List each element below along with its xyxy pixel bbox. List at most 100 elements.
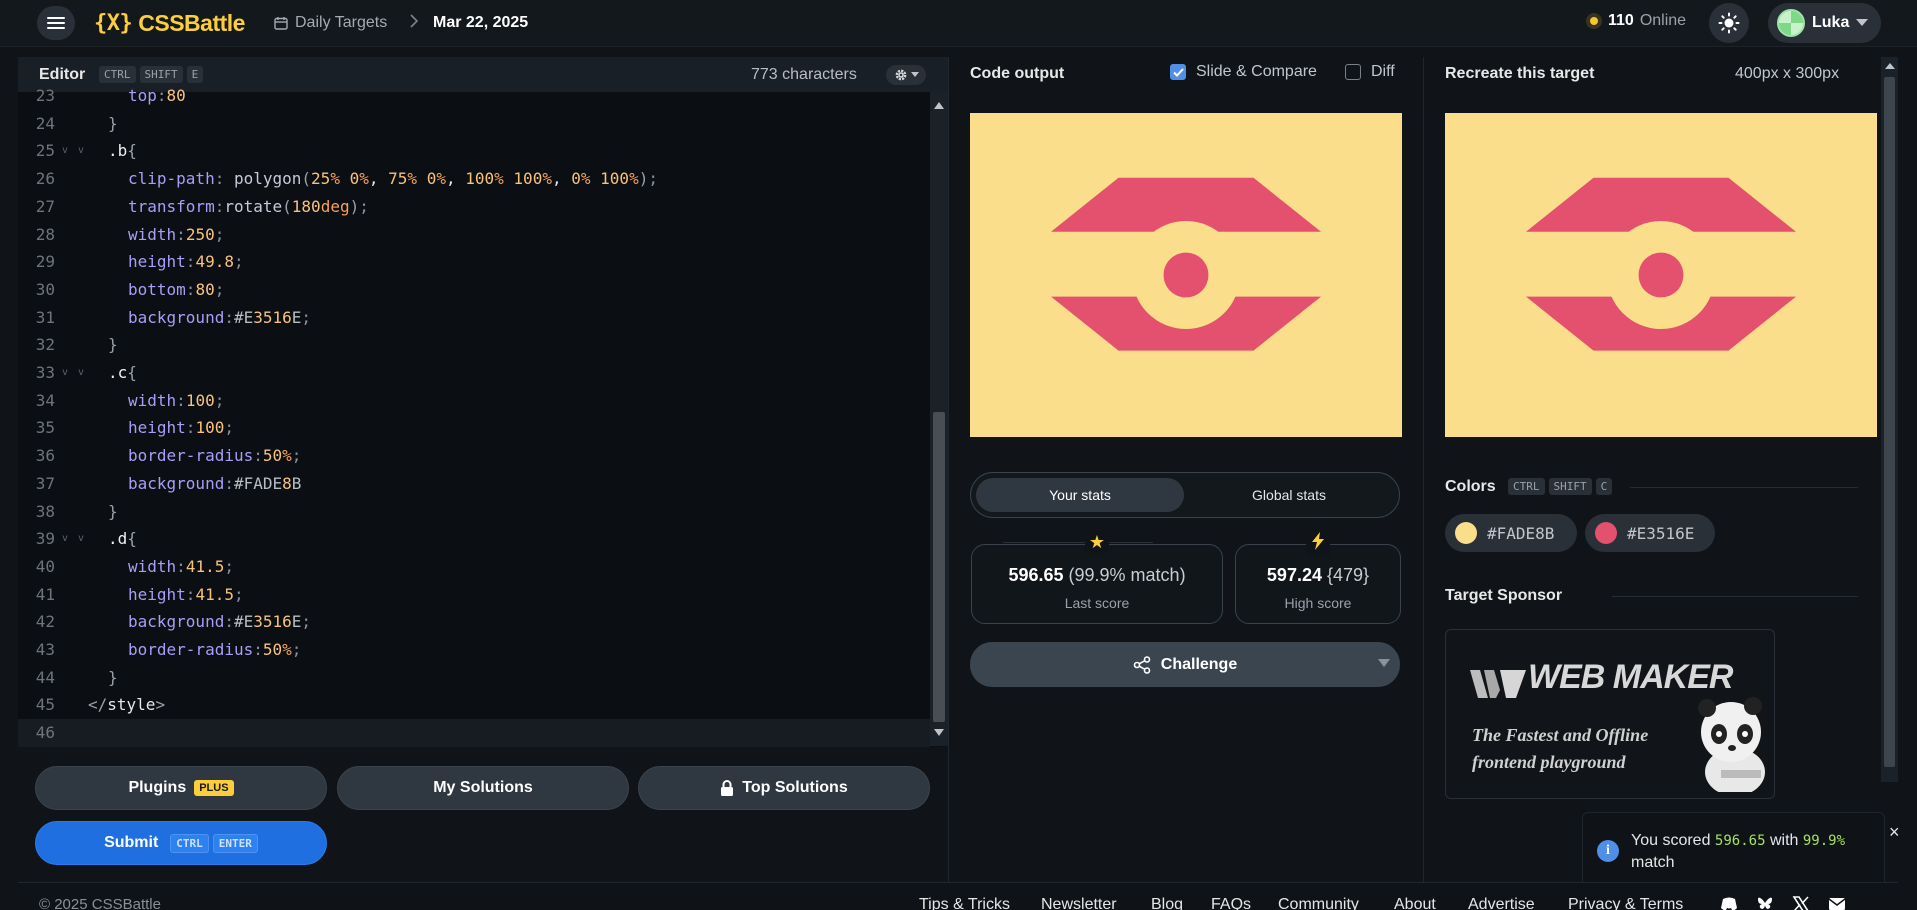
code-line[interactable]: 45 </style> <box>18 691 930 719</box>
line-number: 28 <box>35 224 55 244</box>
output-shape <box>970 113 1402 437</box>
lock-icon <box>721 780 734 796</box>
code-text: .c{ <box>108 363 137 382</box>
breadcrumb-daily-targets[interactable]: Daily Targets <box>274 13 387 33</box>
code-text: } <box>108 501 118 521</box>
sponsor-card[interactable]: WEB MAKER The Fastest and Offline fronte… <box>1445 629 1775 799</box>
discord-icon[interactable] <box>1720 896 1738 910</box>
code-line[interactable]: 26 clip-path: polygon(25% 0%, 75% 0%, 100… <box>18 165 930 193</box>
footer-link-newsletter[interactable]: Newsletter <box>1041 896 1117 910</box>
my-solutions-button[interactable]: My Solutions <box>337 766 629 810</box>
code-line[interactable]: 29 height:49.8; <box>18 248 930 276</box>
code-line[interactable]: 23 top:80 <box>18 82 930 110</box>
slide-compare-checkbox[interactable] <box>1170 64 1186 80</box>
editor-scrollbar[interactable] <box>930 92 948 746</box>
toast-message: You scored 596.65 with 99.9% match <box>1631 830 1881 873</box>
code-line[interactable]: 44} <box>18 664 930 692</box>
slide-compare-toggle[interactable]: Slide & Compare <box>1170 63 1317 81</box>
user-menu[interactable]: Luka <box>1768 3 1881 43</box>
copyright: © 2025 CSSBattle <box>39 896 161 910</box>
divider <box>1612 596 1858 597</box>
line-number: 43 <box>35 640 55 659</box>
code-line[interactable]: 34 width:100; <box>18 387 930 415</box>
code-line[interactable]: 37 background:#FADE8B <box>18 470 930 498</box>
code-output-title: Code output <box>970 65 1065 82</box>
diff-checkbox[interactable] <box>1345 64 1361 80</box>
last-score-match: (99.9% match) <box>1068 565 1186 585</box>
code-line[interactable]: 43 border-radius:50%; <box>18 636 930 664</box>
footer-link-tips[interactable]: Tips & Tricks <box>919 896 1010 910</box>
sponsor-title: Target Sponsor <box>1445 587 1563 604</box>
panel-scrollbar[interactable] <box>1881 57 1898 782</box>
line-number: 33 <box>35 363 55 382</box>
code-line[interactable]: 35 height:100; <box>18 414 930 442</box>
footer-link-advertise[interactable]: Advertise <box>1468 896 1535 910</box>
bluesky-icon[interactable] <box>1756 896 1774 910</box>
footer-link-privacy[interactable]: Privacy & Terms <box>1568 896 1683 910</box>
caret-down-icon <box>910 72 919 77</box>
chevron-down-icon[interactable] <box>1378 659 1390 667</box>
color-chip-pink[interactable]: #E3516E <box>1585 514 1715 552</box>
scroll-down-arrow-icon[interactable] <box>934 729 944 736</box>
code-line[interactable]: 28 width:250; <box>18 221 930 249</box>
code-line[interactable]: 31 background:#E3516E; <box>18 304 930 332</box>
footer-link-community[interactable]: Community <box>1278 896 1359 910</box>
target-image[interactable] <box>1445 113 1877 437</box>
code-line[interactable]: 41 height:41.5; <box>18 581 930 609</box>
code-line[interactable]: 24} <box>18 110 930 138</box>
code-line[interactable]: 40 width:41.5; <box>18 553 930 581</box>
footer-link-about[interactable]: About <box>1394 896 1436 910</box>
kbd-shift: SHIFT <box>139 66 183 84</box>
scroll-up-arrow-icon[interactable] <box>1885 63 1895 69</box>
code-line[interactable]: 33 v v .c{ <box>18 359 930 387</box>
theme-toggle-button[interactable] <box>1709 3 1749 43</box>
code-text: .b{ <box>108 141 137 161</box>
menu-button[interactable] <box>37 6 75 40</box>
fold-toggle-icon[interactable]: v v <box>62 359 86 387</box>
code-line[interactable]: 46 <box>18 719 930 747</box>
color-chip-yellow[interactable]: #FADE8B <box>1445 514 1577 552</box>
code-line[interactable]: 30 bottom:80; <box>18 276 930 304</box>
online-label: Online <box>1639 12 1687 29</box>
plugins-button[interactable]: Plugins PLUS <box>35 766 327 810</box>
line-number: 41 <box>35 584 55 604</box>
toast-suffix: match <box>1631 854 1675 871</box>
code-text: background:#FADE8B <box>128 473 302 493</box>
scrollbar-thumb[interactable] <box>933 412 945 722</box>
tab-your-stats[interactable]: Your stats <box>976 478 1184 512</box>
code-line[interactable]: 38} <box>18 498 930 526</box>
diff-toggle[interactable]: Diff <box>1345 63 1395 81</box>
scrollbar-thumb[interactable] <box>1884 77 1895 767</box>
email-icon[interactable] <box>1828 896 1846 910</box>
code-line[interactable]: 36 border-radius:50%; <box>18 442 930 470</box>
challenge-button[interactable]: Challenge <box>970 642 1400 687</box>
fold-toggle-icon[interactable]: v v <box>62 525 86 553</box>
code-line[interactable]: 32} <box>18 331 930 359</box>
divider <box>948 57 949 897</box>
code-text: } <box>108 667 118 687</box>
line-number: 35 <box>35 418 55 438</box>
code-line[interactable]: 42 background:#E3516E; <box>18 608 930 636</box>
footer: © 2025 CSSBattle Tips & Tricks Newslette… <box>18 882 1898 910</box>
color-swatch <box>1595 522 1617 544</box>
sun-icon <box>1718 12 1740 34</box>
page: {X} CSSBattle Daily Targets Mar 22, 2025… <box>0 0 1917 910</box>
code-text: width:100; <box>128 390 225 410</box>
close-icon[interactable]: × <box>1889 822 1900 843</box>
fold-toggle-icon[interactable]: v v <box>62 137 86 165</box>
submit-button[interactable]: Submit CTRL ENTER <box>35 821 327 865</box>
code-line[interactable]: 25 v v .b{ <box>18 137 930 165</box>
top-solutions-button[interactable]: Top Solutions <box>638 766 930 810</box>
footer-link-blog[interactable]: Blog <box>1151 896 1183 910</box>
x-twitter-icon[interactable] <box>1792 896 1810 910</box>
color-hex: #FADE8B <box>1487 523 1555 543</box>
code-output-preview[interactable] <box>970 113 1402 437</box>
cssbattle-logo[interactable]: {X} CSSBattle <box>94 9 245 37</box>
footer-link-faqs[interactable]: FAQs <box>1211 896 1251 910</box>
code-line[interactable]: 27 transform:rotate(180deg); <box>18 193 930 221</box>
submit-label: Submit <box>104 834 159 851</box>
code-editor[interactable]: 23 top:80 24} 25 v v .b{26 clip-path: polygon(… <box>18 86 930 747</box>
code-line[interactable]: 39 v v .d{ <box>18 525 930 553</box>
tab-global-stats[interactable]: Global stats <box>1184 478 1394 512</box>
scroll-up-arrow-icon[interactable] <box>934 102 944 109</box>
